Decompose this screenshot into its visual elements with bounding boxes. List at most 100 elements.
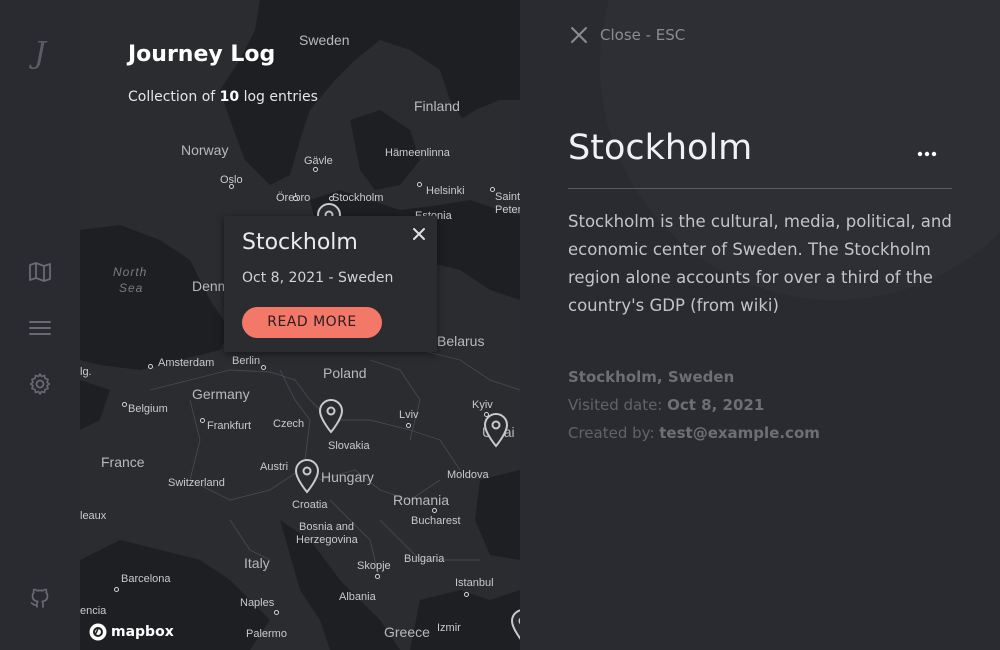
label-moldova: Moldova	[447, 469, 489, 481]
close-button[interactable]: Close - ESC	[570, 26, 685, 44]
detail-panel: Close - ESC Stockholm Stockholm is the c…	[520, 0, 1000, 650]
label-slovakia: Slovakia	[328, 440, 370, 452]
entry-count-text: Collection of 10 log entries	[128, 89, 318, 105]
detail-visited: Visited date: Oct 8, 2021	[568, 391, 820, 419]
label-hungary: Hungary	[321, 469, 374, 485]
city-dot	[432, 508, 437, 513]
city-dot	[329, 196, 334, 201]
label-italy: Italy	[244, 555, 270, 571]
city-dot	[274, 610, 279, 615]
label-saint: Saint	[495, 191, 520, 203]
label-sea: Sea	[119, 281, 144, 295]
created-value: test@example.com	[659, 424, 820, 442]
entry-count-prefix: Collection of	[128, 89, 220, 105]
detail-created: Created by: test@example.com	[568, 419, 820, 447]
entry-count-suffix: log entries	[239, 89, 318, 105]
city-dot	[148, 364, 153, 369]
label-england: lg.	[80, 366, 92, 378]
popup-city-title: Stockholm	[242, 230, 358, 255]
label-istanbul: Istanbul	[455, 577, 494, 589]
label-gavle: Gävle	[304, 155, 333, 167]
more-options-icon[interactable]	[916, 144, 938, 157]
label-bucharest: Bucharest	[411, 515, 461, 527]
label-greece: Greece	[384, 624, 430, 640]
visited-value: Oct 8, 2021	[667, 396, 765, 414]
sidebar: J	[0, 0, 80, 650]
label-berlin: Berlin	[232, 355, 261, 367]
label-kyiv: Kyiv	[472, 399, 493, 411]
label-bordeaux: leaux	[80, 510, 107, 522]
label-barcelona: Barcelona	[121, 573, 171, 585]
mapbox-logo[interactable]: mapbox	[88, 622, 174, 642]
label-valencia: encia	[80, 605, 107, 617]
label-naples: Naples	[240, 597, 275, 609]
label-helsinki: Helsinki	[426, 185, 465, 197]
label-peter: Peter	[495, 204, 520, 216]
map-popup: Stockholm Oct 8, 2021 - Sweden READ MORE	[224, 216, 437, 352]
label-north: North	[113, 265, 148, 279]
app-logo[interactable]: J	[22, 34, 58, 74]
label-poland: Poland	[323, 365, 367, 381]
map-view[interactable]: Sweden Finland Norway Gävle Hämeenlinna …	[80, 0, 520, 650]
label-herzegovina: Herzegovina	[296, 534, 358, 546]
map-header: Journey Log Collection of 10 log entries	[128, 42, 318, 105]
menu-icon[interactable]	[26, 314, 54, 342]
city-dot	[375, 574, 380, 579]
label-czech: Czech	[273, 418, 305, 430]
label-romania: Romania	[393, 492, 450, 508]
popup-date-country: Oct 8, 2021 - Sweden	[242, 270, 394, 286]
city-dot	[417, 182, 422, 187]
label-norway: Norway	[181, 142, 229, 158]
city-dot	[406, 423, 411, 428]
label-austria: Austri	[260, 461, 289, 473]
label-belarus: Belarus	[437, 333, 485, 349]
close-icon	[571, 27, 587, 43]
label-croatia: Croatia	[292, 499, 328, 511]
map-pin-czech[interactable]	[316, 398, 346, 434]
map-pin-kyiv[interactable]	[481, 412, 511, 448]
detail-description: Stockholm is the cultural, media, politi…	[568, 212, 952, 315]
city-dot	[313, 167, 318, 172]
city-dot	[490, 187, 495, 192]
created-label: Created by:	[568, 424, 660, 442]
city-dot	[261, 365, 266, 370]
map-pin-austria[interactable]	[292, 458, 322, 494]
popup-close-icon[interactable]	[411, 226, 427, 242]
detail-title: Stockholm	[568, 128, 753, 168]
map-icon[interactable]	[26, 258, 54, 286]
label-lviv: Lviv	[399, 409, 419, 421]
city-dot	[200, 418, 205, 423]
label-hameenlinna: Hämeenlinna	[385, 147, 450, 159]
detail-location: Stockholm, Sweden	[568, 363, 820, 391]
label-finland: Finland	[414, 98, 460, 114]
divider	[568, 188, 952, 189]
label-france: France	[101, 454, 145, 470]
location-value: Stockholm, Sweden	[568, 368, 735, 386]
detail-meta: Stockholm, Sweden Visited date: Oct 8, 2…	[568, 363, 820, 447]
label-bosnia: Bosnia and	[299, 521, 355, 533]
label-amsterdam: Amsterdam	[158, 357, 215, 369]
label-palermo: Palermo	[246, 628, 287, 640]
city-dot	[293, 196, 298, 201]
label-germany: Germany	[192, 386, 250, 402]
gear-icon[interactable]	[26, 370, 54, 398]
close-label: Close - ESC	[600, 26, 686, 44]
label-bulgaria: Bulgaria	[404, 553, 445, 565]
entry-count-value: 10	[219, 89, 240, 105]
label-switzerland: Switzerland	[168, 477, 225, 489]
page-title: Journey Log	[128, 42, 276, 67]
city-dot	[122, 402, 127, 407]
label-frankfurt: Frankfurt	[207, 420, 252, 432]
label-albania: Albania	[339, 591, 376, 603]
label-skopje: Skopje	[357, 560, 391, 572]
label-belgium: Belgium	[128, 403, 168, 415]
label-izmir: Izmir	[437, 622, 461, 634]
map-pin-izmir[interactable]	[508, 608, 520, 644]
read-more-button[interactable]: READ MORE	[242, 307, 382, 338]
mapbox-label: mapbox	[111, 624, 174, 640]
github-icon[interactable]	[26, 584, 54, 612]
visited-label: Visited date:	[568, 396, 668, 414]
mapbox-icon	[89, 623, 107, 641]
city-dot	[114, 587, 119, 592]
city-dot	[464, 592, 469, 597]
